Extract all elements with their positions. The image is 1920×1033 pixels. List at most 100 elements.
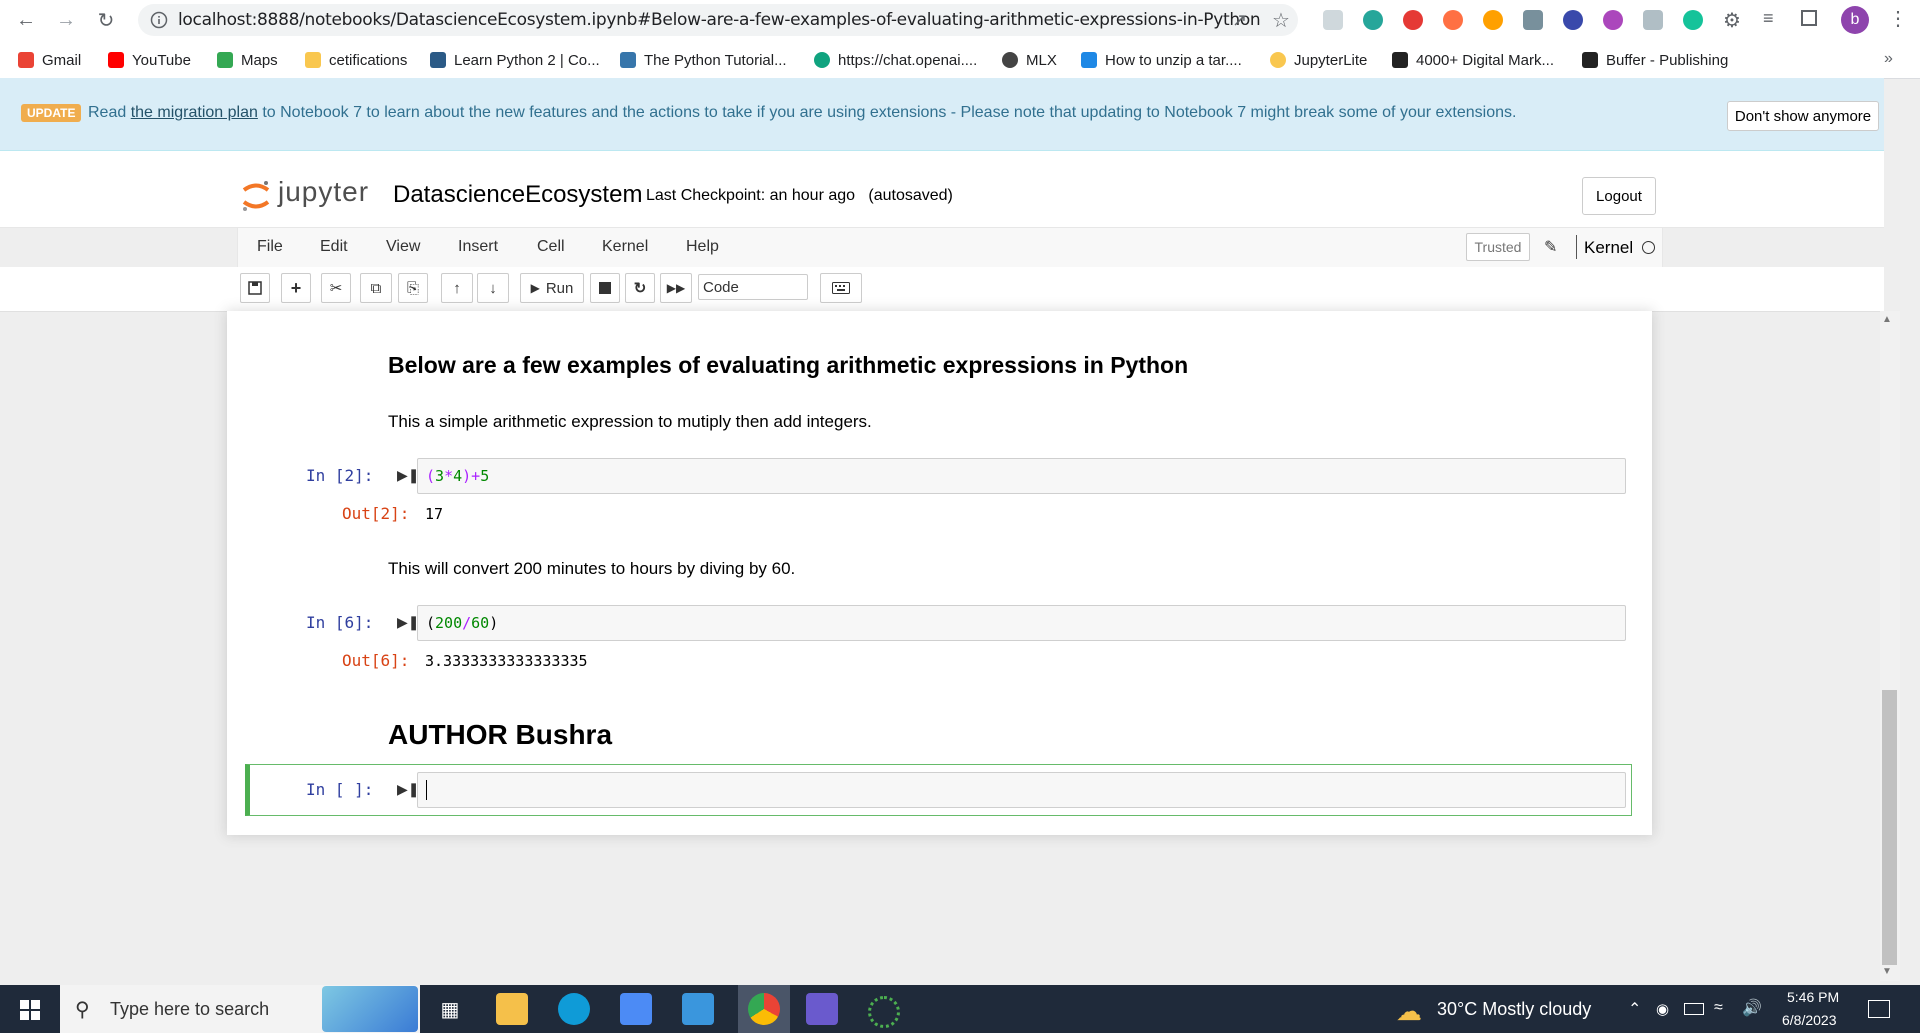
bookmark-python-tutorial[interactable]: The Python Tutorial... bbox=[620, 50, 787, 70]
clock-time[interactable]: 5:46 PM bbox=[1787, 989, 1839, 1005]
extension-icon[interactable] bbox=[1363, 10, 1383, 30]
extension-icon[interactable] bbox=[1443, 10, 1463, 30]
weather-text[interactable]: 30°C Mostly cloudy bbox=[1437, 999, 1591, 1020]
bookmark-unzip[interactable]: How to unzip a tar.... bbox=[1081, 50, 1242, 70]
volume-icon[interactable]: 🔊 bbox=[1742, 998, 1762, 1018]
youtube-icon bbox=[108, 52, 124, 68]
menu-file[interactable]: File bbox=[257, 238, 283, 256]
menu-kernel[interactable]: Kernel bbox=[602, 238, 648, 256]
site-info-icon[interactable] bbox=[150, 11, 168, 29]
move-down-icon[interactable]: ↓ bbox=[477, 273, 509, 303]
mail-icon[interactable] bbox=[682, 993, 714, 1025]
reload-icon[interactable]: ↻ bbox=[94, 8, 118, 32]
jupyter-logo-text[interactable]: jupyter bbox=[278, 176, 369, 208]
maps-icon bbox=[217, 52, 233, 68]
battery-icon[interactable] bbox=[1684, 1003, 1704, 1015]
markdown-paragraph: This a simple arithmetic expression to m… bbox=[388, 412, 872, 431]
jupyter-logo-icon[interactable] bbox=[241, 179, 271, 213]
insert-cell-icon[interactable]: + bbox=[281, 273, 311, 303]
bookmark-digital-marketing[interactable]: 4000+ Digital Mark... bbox=[1392, 50, 1554, 70]
forward-icon[interactable]: → bbox=[54, 8, 78, 32]
bookmark-mlx[interactable]: MLX bbox=[1002, 50, 1057, 70]
bookmark-gmail[interactable]: Gmail bbox=[18, 50, 81, 70]
input-prompt: In [ ]: bbox=[306, 780, 374, 799]
scroll-up-icon[interactable]: ▲ bbox=[1882, 314, 1892, 325]
cut-icon[interactable]: ✂ bbox=[321, 273, 351, 303]
bookmark-cetifications[interactable]: cetifications bbox=[305, 50, 407, 70]
profile-avatar[interactable]: b bbox=[1841, 6, 1869, 34]
share-icon[interactable]: ↗ bbox=[1232, 10, 1247, 31]
trusted-indicator[interactable]: Trusted bbox=[1466, 233, 1530, 261]
interrupt-icon[interactable] bbox=[590, 273, 620, 303]
code-extension-icon[interactable] bbox=[1523, 10, 1543, 30]
restart-run-all-icon[interactable]: ▶▶ bbox=[660, 273, 692, 303]
restart-icon[interactable]: ↻ bbox=[625, 273, 655, 303]
code-input[interactable] bbox=[417, 772, 1626, 808]
microsoft-store-icon[interactable] bbox=[620, 993, 652, 1025]
windows-start-icon[interactable] bbox=[20, 1000, 40, 1020]
bookmark-maps[interactable]: Maps bbox=[217, 50, 278, 70]
run-button[interactable]: ▶ Run bbox=[520, 273, 584, 303]
code-input[interactable]: (200/60) bbox=[417, 605, 1626, 641]
edit-mode-pencil-icon: ✎ bbox=[1544, 239, 1558, 256]
reading-list-icon[interactable]: ≡ bbox=[1763, 8, 1774, 29]
migration-plan-link[interactable]: the migration plan bbox=[131, 104, 258, 121]
bookmark-jupyterlite[interactable]: JupyterLite bbox=[1270, 50, 1367, 70]
grammarly-icon[interactable] bbox=[1683, 10, 1703, 30]
bookmark-star-icon[interactable]: ☆ bbox=[1272, 8, 1290, 33]
bookmark-chatgpt[interactable]: https://chat.openai.... bbox=[814, 50, 977, 70]
show-hidden-icons-icon[interactable]: ⌃ bbox=[1628, 999, 1641, 1019]
bookmark-buffer[interactable]: Buffer - Publishing bbox=[1582, 50, 1728, 70]
update-badge: UPDATE bbox=[21, 104, 82, 122]
menu-edit[interactable]: Edit bbox=[320, 238, 348, 256]
scrollbar-thumb[interactable] bbox=[1882, 690, 1897, 965]
kernel-name[interactable]: Kernel bbox=[1584, 238, 1633, 258]
extension-icon[interactable] bbox=[1403, 10, 1423, 30]
menu-insert[interactable]: Insert bbox=[458, 238, 498, 256]
logout-button[interactable]: Logout bbox=[1582, 177, 1656, 215]
mlx-icon bbox=[1002, 52, 1018, 68]
extension-icon[interactable] bbox=[1563, 10, 1583, 30]
buffer-icon bbox=[1582, 52, 1598, 68]
command-palette-keyboard-icon[interactable] bbox=[820, 273, 862, 303]
notebook-name[interactable]: DatascienceEcosystem bbox=[393, 181, 642, 209]
dont-show-anymore-button[interactable]: Don't show anymore bbox=[1727, 101, 1879, 131]
browser-menu-icon[interactable]: ⋮ bbox=[1888, 6, 1908, 31]
input-prompt: In [6]: bbox=[306, 613, 374, 632]
search-icon: ⚲ bbox=[75, 999, 90, 1021]
extension-icon[interactable] bbox=[1603, 10, 1623, 30]
bookmark-youtube[interactable]: YouTube bbox=[108, 50, 191, 70]
meet-now-icon[interactable]: ◉ bbox=[1656, 1000, 1669, 1018]
chrome-icon[interactable] bbox=[748, 993, 780, 1025]
wifi-icon[interactable]: ≈ bbox=[1714, 999, 1723, 1017]
folder-icon bbox=[305, 52, 321, 68]
side-panel-icon[interactable] bbox=[1801, 10, 1817, 26]
markdown-heading: Below are a few examples of evaluating a… bbox=[388, 352, 1189, 378]
extension-icon[interactable] bbox=[1643, 10, 1663, 30]
app-icon[interactable] bbox=[806, 993, 838, 1025]
notifications-icon[interactable] bbox=[1868, 1000, 1890, 1018]
menu-view[interactable]: View bbox=[386, 238, 420, 256]
bookmark-learn-python[interactable]: Learn Python 2 | Co... bbox=[430, 50, 600, 70]
file-explorer-icon[interactable] bbox=[496, 993, 528, 1025]
scroll-down-icon[interactable]: ▼ bbox=[1882, 966, 1892, 977]
cell-type-select[interactable]: Code bbox=[698, 274, 808, 300]
loading-app-icon[interactable] bbox=[868, 996, 900, 1028]
clock-date[interactable]: 6/8/2023 bbox=[1782, 1012, 1837, 1028]
back-icon[interactable]: ← bbox=[14, 8, 38, 32]
paste-icon[interactable]: ⎘ bbox=[398, 273, 428, 303]
menu-cell[interactable]: Cell bbox=[537, 238, 565, 256]
menu-help[interactable]: Help bbox=[686, 238, 719, 256]
copy-icon[interactable]: ⧉ bbox=[360, 273, 392, 303]
move-up-icon[interactable]: ↑ bbox=[441, 273, 473, 303]
task-view-icon[interactable]: ▦ bbox=[434, 993, 466, 1025]
edge-icon[interactable] bbox=[558, 993, 590, 1025]
extension-icon[interactable] bbox=[1323, 10, 1343, 30]
save-icon[interactable] bbox=[240, 273, 270, 303]
extension-icon[interactable] bbox=[1483, 10, 1503, 30]
code-input[interactable]: (3 * 4)+ 5 bbox=[417, 458, 1626, 494]
extensions-puzzle-icon[interactable]: ⚙ bbox=[1723, 8, 1741, 33]
more-bookmarks-icon[interactable]: » bbox=[1884, 50, 1893, 68]
openai-icon bbox=[814, 52, 830, 68]
banner-message: Read the migration plan to Notebook 7 to… bbox=[88, 104, 1517, 121]
